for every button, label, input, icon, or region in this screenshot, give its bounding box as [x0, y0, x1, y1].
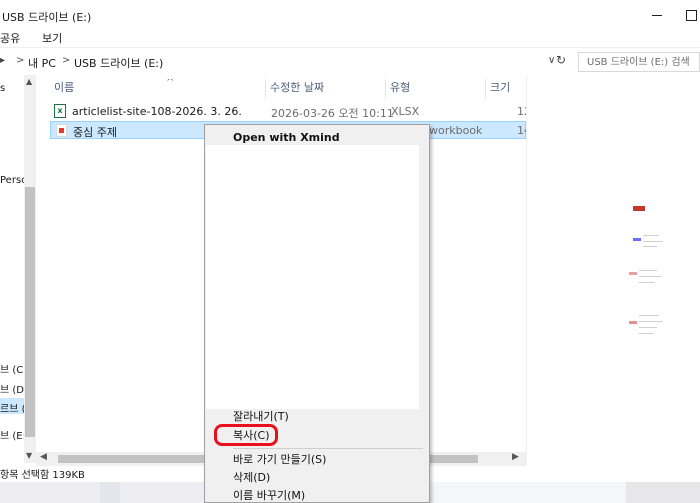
tab-share[interactable]: 공유: [0, 30, 20, 46]
column-header-type[interactable]: 유형: [386, 79, 486, 99]
menu-item-delete[interactable]: 삭제(D): [205, 469, 429, 487]
tab-view[interactable]: 보기: [42, 30, 62, 46]
ribbon: 공유 보기: [0, 28, 700, 48]
taskbar-item[interactable]: [430, 482, 626, 503]
nav-expand-icon[interactable]: ▸: [0, 55, 5, 66]
mindmap-branch: [639, 333, 653, 334]
context-menu: Open with Xmind 잘라내기(T) 복사(C) 바로 가기 만들기(…: [204, 124, 430, 503]
file-type: workbook: [429, 124, 483, 137]
minimize-button[interactable]: [646, 6, 666, 22]
chevron-right-icon: >: [16, 55, 25, 66]
nav-scrollbar[interactable]: ▲ ▼: [24, 75, 36, 463]
mindmap-node: [633, 238, 641, 241]
address-bar: ▸ > 내 PC > USB 드라이브 (E:) ∨ ↻: [0, 50, 700, 74]
mindmap-branch: [643, 235, 659, 236]
maximize-button[interactable]: [682, 6, 700, 22]
taskbar-item[interactable]: [100, 482, 120, 503]
menu-blank-area: [206, 145, 419, 409]
column-header-type-label: 유형: [390, 81, 411, 94]
nav-item-quick-access[interactable]: s: [0, 83, 5, 94]
column-header-name[interactable]: 이름 ^: [50, 79, 266, 99]
scroll-up-icon[interactable]: ▲: [26, 77, 32, 86]
mindmap-branch: [639, 276, 661, 277]
breadcrumb[interactable]: > 내 PC > USB 드라이브 (E:) ∨: [8, 52, 566, 72]
mindmap-branch: [639, 315, 659, 316]
column-header-modified-label: 수정한 날짜: [270, 81, 325, 94]
column-header-size[interactable]: 크기: [486, 79, 526, 99]
xlsx-icon: x: [54, 104, 66, 118]
mindmap-branch: [643, 241, 663, 242]
file-name: 중심 주제: [73, 126, 117, 139]
scroll-left-icon[interactable]: ◀: [40, 452, 47, 462]
taskbar-item[interactable]: [626, 482, 700, 503]
refresh-button[interactable]: ↻: [552, 53, 570, 69]
xmind-file-icon: [56, 124, 67, 137]
scrollbar-thumb[interactable]: [25, 187, 35, 437]
file-type: XLSX: [391, 105, 420, 118]
search-input[interactable]: [579, 53, 699, 71]
mindmap-branch: [639, 327, 657, 328]
column-header-size-label: 크기: [490, 81, 511, 94]
menu-item-create-shortcut[interactable]: 바로 가기 만들기(S): [205, 451, 429, 469]
copy-highlight-annotation: [214, 424, 278, 446]
mindmap-branch: [639, 321, 663, 322]
mindmap-branch: [639, 282, 655, 283]
file-name: articlelist-site-108-2026. 3. 26.: [72, 105, 242, 118]
sort-ascending-icon: ^: [166, 79, 175, 88]
column-header-name-label: 이름: [54, 81, 75, 94]
selection-status: 항목 선택함 139KB: [0, 470, 85, 481]
mindmap-branch: [643, 246, 657, 247]
file-modified: 2026-03-26 오전 10:11: [271, 107, 394, 120]
breadcrumb-this-pc[interactable]: 내 PC: [28, 55, 56, 71]
mindmap-node: [629, 321, 637, 324]
title-bar: USB 드라이브 (E:): [0, 0, 700, 28]
search-box[interactable]: [578, 52, 700, 72]
menu-separator: [233, 448, 423, 449]
column-header-modified[interactable]: 수정한 날짜: [266, 79, 386, 99]
breadcrumb-usb-drive[interactable]: USB 드라이브 (E:): [74, 55, 163, 71]
table-row[interactable]: x articlelist-site-108-2026. 3. 26. 2026…: [50, 103, 531, 121]
mindmap-node: [629, 272, 637, 275]
scroll-down-icon[interactable]: ▼: [26, 451, 32, 460]
chevron-right-icon: >: [62, 55, 71, 66]
scroll-right-icon[interactable]: ▶: [512, 452, 519, 462]
window-title: USB 드라이브 (E:): [2, 11, 92, 24]
mindmap-root-node: [633, 206, 645, 211]
mindmap-branch: [639, 270, 657, 271]
preview-pane: [526, 75, 700, 465]
menu-item-rename[interactable]: 이름 바꾸기(M): [205, 487, 429, 503]
